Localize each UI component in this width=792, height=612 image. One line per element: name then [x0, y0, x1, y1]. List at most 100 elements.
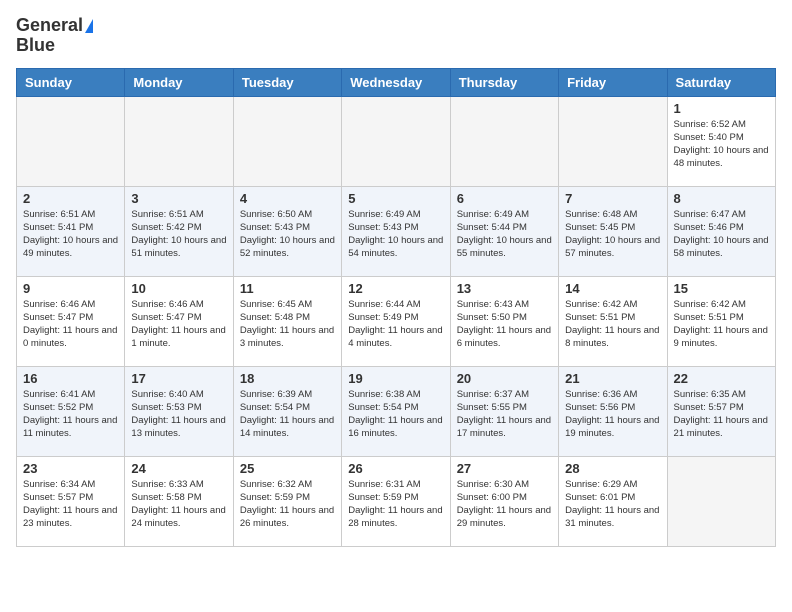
day-number: 23: [23, 461, 118, 476]
calendar-day-cell: [450, 96, 558, 186]
calendar-day-cell: 27Sunrise: 6:30 AM Sunset: 6:00 PM Dayli…: [450, 456, 558, 546]
logo: General Blue: [16, 16, 93, 56]
day-number: 24: [131, 461, 226, 476]
calendar-day-cell: 8 Sunrise: 6:47 AM Sunset: 5:46 PM Daylig…: [667, 186, 775, 276]
calendar-day-header: Friday: [559, 68, 667, 96]
logo-triangle-icon: [85, 19, 93, 33]
calendar-day-cell: [342, 96, 450, 186]
calendar-day-cell: 7Sunrise: 6:48 AM Sunset: 5:45 PM Daylig…: [559, 186, 667, 276]
day-info: Sunrise: 6:45 AM Sunset: 5:48 PM Dayligh…: [240, 298, 335, 351]
calendar-day-cell: 28 Sunrise: 6:29 AM Sunset: 6:01 PM Dayli…: [559, 456, 667, 546]
day-info: Sunrise: 6:42 AM Sunset: 5:51 PM Dayligh…: [565, 298, 660, 351]
day-number: 15: [674, 281, 769, 296]
calendar-day-cell: 1 Sunrise: 6:52 AM Sunset: 5:40 PM Daylig…: [667, 96, 775, 186]
day-number: 25: [240, 461, 335, 476]
day-info: Sunrise: 6:39 AM Sunset: 5:54 PM Dayligh…: [240, 388, 335, 441]
calendar-day-cell: 18 Sunrise: 6:39 AM Sunset: 5:54 PM Dayli…: [233, 366, 341, 456]
day-info: Sunrise: 6:51 AM Sunset: 5:42 PM Dayligh…: [131, 208, 226, 261]
day-number: 9: [23, 281, 118, 296]
day-number: 14: [565, 281, 660, 296]
day-info: Sunrise: 6:36 AM Sunset: 5:56 PM Dayligh…: [565, 388, 660, 441]
calendar-day-cell: 15 Sunrise: 6:42 AM Sunset: 5:51 PM Dayli…: [667, 276, 775, 366]
day-info: Sunrise: 6:33 AM Sunset: 5:58 PM Dayligh…: [131, 478, 226, 531]
page-header: General Blue: [16, 16, 776, 56]
day-info: Sunrise: 6:46 AM Sunset: 5:47 PM Dayligh…: [131, 298, 226, 351]
day-number: 3: [131, 191, 226, 206]
day-info: Sunrise: 6:29 AM Sunset: 6:01 PM Dayligh…: [565, 478, 660, 531]
day-info: Sunrise: 6:49 AM Sunset: 5:44 PM Dayligh…: [457, 208, 552, 261]
calendar-day-cell: 17 Sunrise: 6:40 AM Sunset: 5:53 PM Dayli…: [125, 366, 233, 456]
calendar-day-cell: 10 Sunrise: 6:46 AM Sunset: 5:47 PM Dayli…: [125, 276, 233, 366]
day-number: 10: [131, 281, 226, 296]
calendar-day-cell: 19 Sunrise: 6:38 AM Sunset: 5:54 PM Dayli…: [342, 366, 450, 456]
day-number: 21: [565, 371, 660, 386]
day-number: 19: [348, 371, 443, 386]
calendar-week-row: 16Sunrise: 6:41 AM Sunset: 5:52 PM Dayli…: [17, 366, 776, 456]
day-number: 27: [457, 461, 552, 476]
day-info: Sunrise: 6:49 AM Sunset: 5:43 PM Dayligh…: [348, 208, 443, 261]
day-info: Sunrise: 6:42 AM Sunset: 5:51 PM Dayligh…: [674, 298, 769, 351]
calendar-day-cell: 22 Sunrise: 6:35 AM Sunset: 5:57 PM Dayli…: [667, 366, 775, 456]
calendar-day-cell: 14 Sunrise: 6:42 AM Sunset: 5:51 PM Dayli…: [559, 276, 667, 366]
day-number: 11: [240, 281, 335, 296]
day-info: Sunrise: 6:40 AM Sunset: 5:53 PM Dayligh…: [131, 388, 226, 441]
calendar-day-cell: 9 Sunrise: 6:46 AM Sunset: 5:47 PM Daylig…: [17, 276, 125, 366]
calendar-week-row: 2Sunrise: 6:51 AM Sunset: 5:41 PM Daylig…: [17, 186, 776, 276]
calendar-day-cell: [667, 456, 775, 546]
day-number: 28: [565, 461, 660, 476]
calendar-day-cell: [17, 96, 125, 186]
calendar-day-cell: [559, 96, 667, 186]
day-info: Sunrise: 6:35 AM Sunset: 5:57 PM Dayligh…: [674, 388, 769, 441]
day-number: 26: [348, 461, 443, 476]
calendar-day-cell: 5 Sunrise: 6:49 AM Sunset: 5:43 PM Daylig…: [342, 186, 450, 276]
day-info: Sunrise: 6:38 AM Sunset: 5:54 PM Dayligh…: [348, 388, 443, 441]
day-number: 1: [674, 101, 769, 116]
calendar-day-cell: 6 Sunrise: 6:49 AM Sunset: 5:44 PM Daylig…: [450, 186, 558, 276]
calendar-day-cell: 25 Sunrise: 6:32 AM Sunset: 5:59 PM Dayli…: [233, 456, 341, 546]
calendar-day-cell: [125, 96, 233, 186]
calendar-day-header: Thursday: [450, 68, 558, 96]
calendar-day-header: Saturday: [667, 68, 775, 96]
calendar-day-cell: 3 Sunrise: 6:51 AM Sunset: 5:42 PM Daylig…: [125, 186, 233, 276]
day-number: 20: [457, 371, 552, 386]
calendar-day-cell: 2Sunrise: 6:51 AM Sunset: 5:41 PM Daylig…: [17, 186, 125, 276]
calendar-day-header: Wednesday: [342, 68, 450, 96]
day-info: Sunrise: 6:34 AM Sunset: 5:57 PM Dayligh…: [23, 478, 118, 531]
day-info: Sunrise: 6:50 AM Sunset: 5:43 PM Dayligh…: [240, 208, 335, 261]
calendar-day-cell: 24 Sunrise: 6:33 AM Sunset: 5:58 PM Dayli…: [125, 456, 233, 546]
day-number: 8: [674, 191, 769, 206]
day-info: Sunrise: 6:32 AM Sunset: 5:59 PM Dayligh…: [240, 478, 335, 531]
calendar-day-cell: 21 Sunrise: 6:36 AM Sunset: 5:56 PM Dayli…: [559, 366, 667, 456]
day-number: 17: [131, 371, 226, 386]
calendar-day-cell: 23 Sunrise: 6:34 AM Sunset: 5:57 PM Dayli…: [17, 456, 125, 546]
day-number: 4: [240, 191, 335, 206]
day-number: 6: [457, 191, 552, 206]
calendar-day-header: Sunday: [17, 68, 125, 96]
day-number: 5: [348, 191, 443, 206]
logo-text-blue: Blue: [16, 36, 55, 56]
day-info: Sunrise: 6:41 AM Sunset: 5:52 PM Dayligh…: [23, 388, 118, 441]
calendar-day-cell: 4 Sunrise: 6:50 AM Sunset: 5:43 PM Daylig…: [233, 186, 341, 276]
calendar-day-cell: 13Sunrise: 6:43 AM Sunset: 5:50 PM Dayli…: [450, 276, 558, 366]
day-number: 7: [565, 191, 660, 206]
calendar-day-header: Tuesday: [233, 68, 341, 96]
day-info: Sunrise: 6:46 AM Sunset: 5:47 PM Dayligh…: [23, 298, 118, 351]
day-info: Sunrise: 6:52 AM Sunset: 5:40 PM Dayligh…: [674, 118, 769, 171]
calendar-day-header: Monday: [125, 68, 233, 96]
day-info: Sunrise: 6:51 AM Sunset: 5:41 PM Dayligh…: [23, 208, 118, 261]
calendar-table: SundayMondayTuesdayWednesdayThursdayFrid…: [16, 68, 776, 547]
calendar-day-cell: 20Sunrise: 6:37 AM Sunset: 5:55 PM Dayli…: [450, 366, 558, 456]
calendar-day-cell: [233, 96, 341, 186]
day-number: 12: [348, 281, 443, 296]
calendar-day-cell: 26 Sunrise: 6:31 AM Sunset: 5:59 PM Dayli…: [342, 456, 450, 546]
calendar-week-row: 23 Sunrise: 6:34 AM Sunset: 5:57 PM Dayli…: [17, 456, 776, 546]
day-info: Sunrise: 6:47 AM Sunset: 5:46 PM Dayligh…: [674, 208, 769, 261]
day-number: 18: [240, 371, 335, 386]
logo-text-general: General: [16, 16, 83, 36]
calendar-day-cell: 12 Sunrise: 6:44 AM Sunset: 5:49 PM Dayli…: [342, 276, 450, 366]
day-number: 22: [674, 371, 769, 386]
day-info: Sunrise: 6:44 AM Sunset: 5:49 PM Dayligh…: [348, 298, 443, 351]
day-info: Sunrise: 6:31 AM Sunset: 5:59 PM Dayligh…: [348, 478, 443, 531]
day-info: Sunrise: 6:43 AM Sunset: 5:50 PM Dayligh…: [457, 298, 552, 351]
calendar-week-row: 9 Sunrise: 6:46 AM Sunset: 5:47 PM Daylig…: [17, 276, 776, 366]
